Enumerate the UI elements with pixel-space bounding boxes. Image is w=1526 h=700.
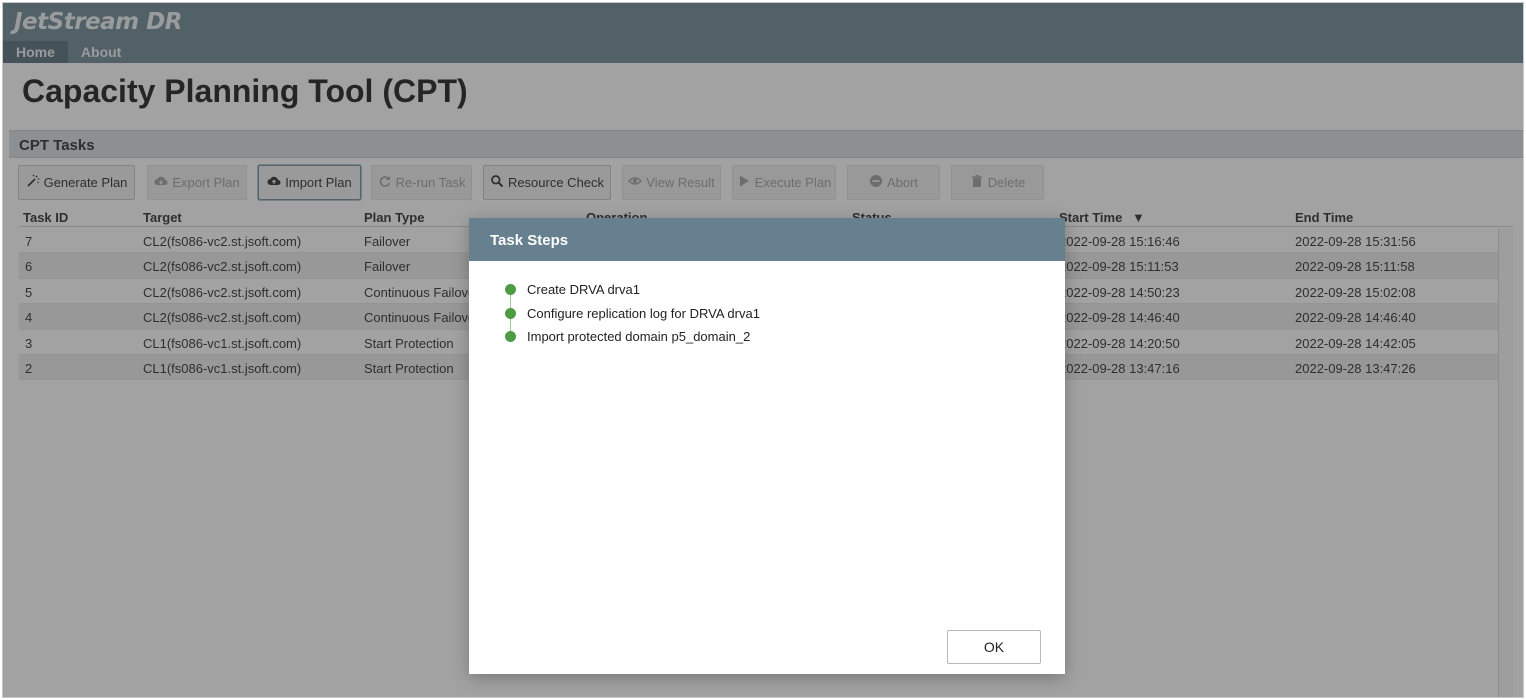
dialog-title: Task Steps — [490, 232, 569, 249]
step-label: Create DRVA drva1 — [527, 282, 640, 298]
step-label: Import protected domain p5_domain_2 — [527, 329, 751, 345]
task-steps-dialog: Task Steps Create DRVA drva1 Configure r… — [469, 218, 1065, 674]
step-complete-icon — [505, 331, 516, 343]
step-label: Configure replication log for DRVA drva1 — [527, 305, 760, 321]
app-window: JetStream DR Home About Capacity Plannin… — [2, 2, 1524, 698]
task-steps-list: Create DRVA drva1 Configure replication … — [505, 278, 760, 349]
step-complete-icon — [505, 284, 516, 296]
list-item: Create DRVA drva1 — [505, 278, 760, 302]
step-complete-icon — [505, 307, 516, 319]
list-item: Configure replication log for DRVA drva1 — [505, 302, 760, 326]
list-item: Import protected domain p5_domain_2 — [505, 325, 760, 349]
dialog-header: Task Steps — [469, 218, 1065, 261]
ok-button[interactable]: OK — [947, 630, 1041, 664]
